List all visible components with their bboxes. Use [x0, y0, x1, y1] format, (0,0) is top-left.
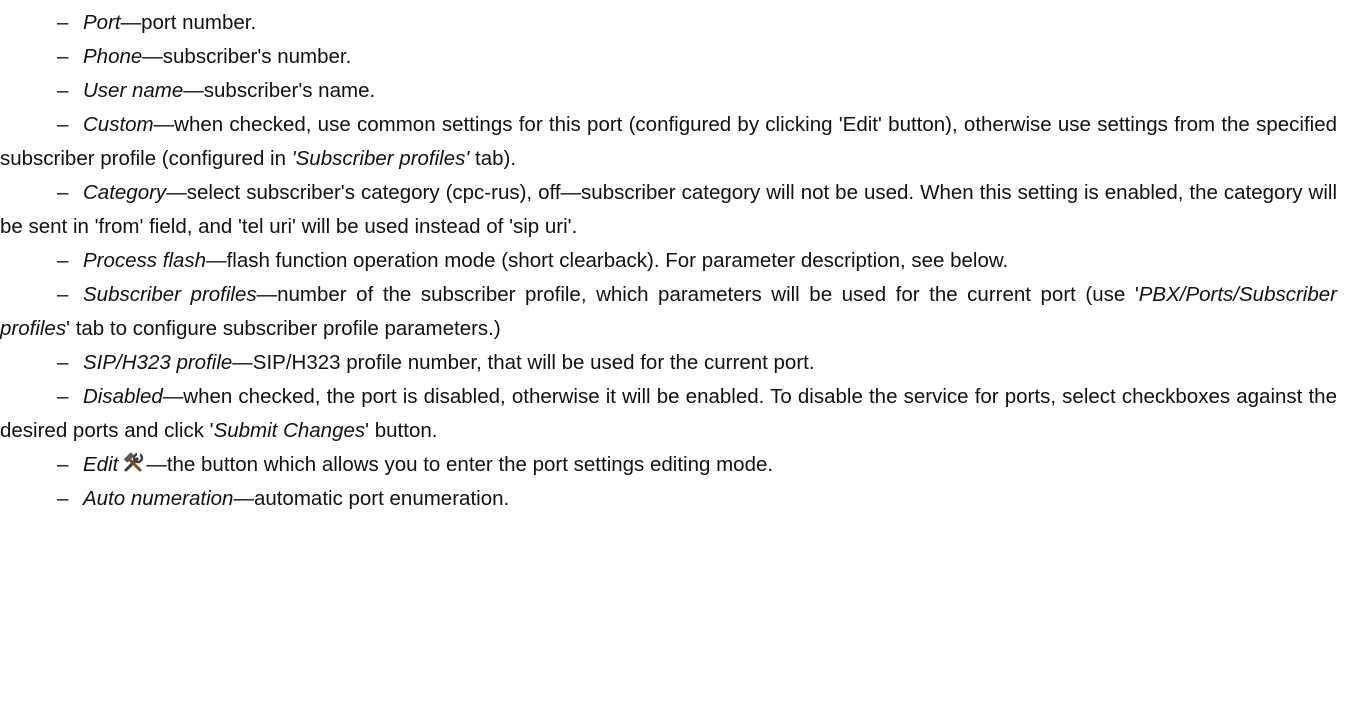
list-item-auto-numeration: – Auto numeration—automatic port enumerat… — [0, 482, 1337, 516]
list-dash: – — [57, 45, 69, 68]
term-process-flash: Process flash — [83, 249, 207, 272]
term-phone: Phone — [83, 45, 143, 68]
list-dash: – — [57, 79, 69, 102]
description-auto-numeration: —automatic port enumeration. — [233, 487, 510, 510]
term-sip-h323-profile: SIP/H323 profile — [83, 351, 233, 374]
list-item-edit: – Edit —the button which allows you to en… — [0, 448, 1337, 482]
list-item-category: – Category—select subscriber's category (… — [0, 176, 1337, 244]
list-dash: – — [57, 351, 69, 374]
term-category: Category — [83, 181, 167, 204]
description-disabled-b: ' button. — [365, 419, 438, 442]
list-dash: – — [57, 283, 69, 306]
list-dash: – — [57, 453, 69, 476]
description-edit: —the button which allows you to enter th… — [146, 453, 774, 476]
description-subscriber-profiles-a: —number of the subscriber profile, which… — [256, 283, 1139, 306]
emphasis-submit-changes: Submit Changes — [213, 419, 366, 442]
term-port: Port — [83, 11, 121, 34]
term-subscriber-profiles: Subscriber profiles — [83, 283, 257, 306]
list-item-sip-h323-profile: – SIP/H323 profile—SIP/H323 profile numbe… — [0, 346, 1337, 380]
list-dash: – — [57, 385, 69, 408]
description-disabled-a: —when checked, the port is disabled, oth… — [0, 385, 1337, 442]
list-dash: – — [57, 113, 69, 136]
list-item-process-flash: – Process flash—flash function operation … — [0, 244, 1337, 278]
term-custom: Custom — [83, 113, 154, 136]
list-item-port: – Port—port number. — [0, 6, 1337, 40]
description-custom-a: —when checked, use common settings for t… — [0, 113, 1337, 170]
description-process-flash: —flash function operation mode (short cl… — [206, 249, 1009, 272]
list-dash: – — [57, 11, 69, 34]
emphasis-subscriber-profiles: 'Subscriber profiles' — [291, 147, 470, 170]
document-page: – Port—port number. – Phone—subscriber's n… — [0, 0, 1359, 709]
list-dash: – — [57, 181, 69, 204]
list-item-custom: – Custom—when checked, use common setting… — [0, 108, 1337, 176]
list-item-disabled: – Disabled—when checked, the port is disa… — [0, 380, 1337, 448]
description-custom-b: tab). — [469, 147, 517, 170]
list-item-user-name: – User name—subscriber's name. — [0, 74, 1337, 108]
tools-hammer-wrench-icon — [124, 452, 144, 472]
term-edit: Edit — [83, 453, 119, 476]
term-disabled: Disabled — [83, 385, 163, 408]
list-dash: – — [57, 487, 69, 510]
description-sip-h323-profile: —SIP/H323 profile number, that will be u… — [232, 351, 815, 374]
description-user-name: —subscriber's name. — [183, 79, 376, 102]
list-item-phone: – Phone—subscriber's number. — [0, 40, 1337, 74]
description-category: —select subscriber's category (cpc-rus),… — [0, 181, 1337, 238]
term-auto-numeration: Auto numeration — [83, 487, 234, 510]
description-port: —port number. — [120, 11, 257, 34]
term-user-name: User name — [83, 79, 184, 102]
list-dash: – — [57, 249, 69, 272]
description-phone: —subscriber's number. — [142, 45, 352, 68]
description-subscriber-profiles-b: ' tab to configure subscriber profile pa… — [66, 317, 501, 340]
list-item-subscriber-profiles: – Subscriber profiles—number of the subsc… — [0, 278, 1337, 346]
